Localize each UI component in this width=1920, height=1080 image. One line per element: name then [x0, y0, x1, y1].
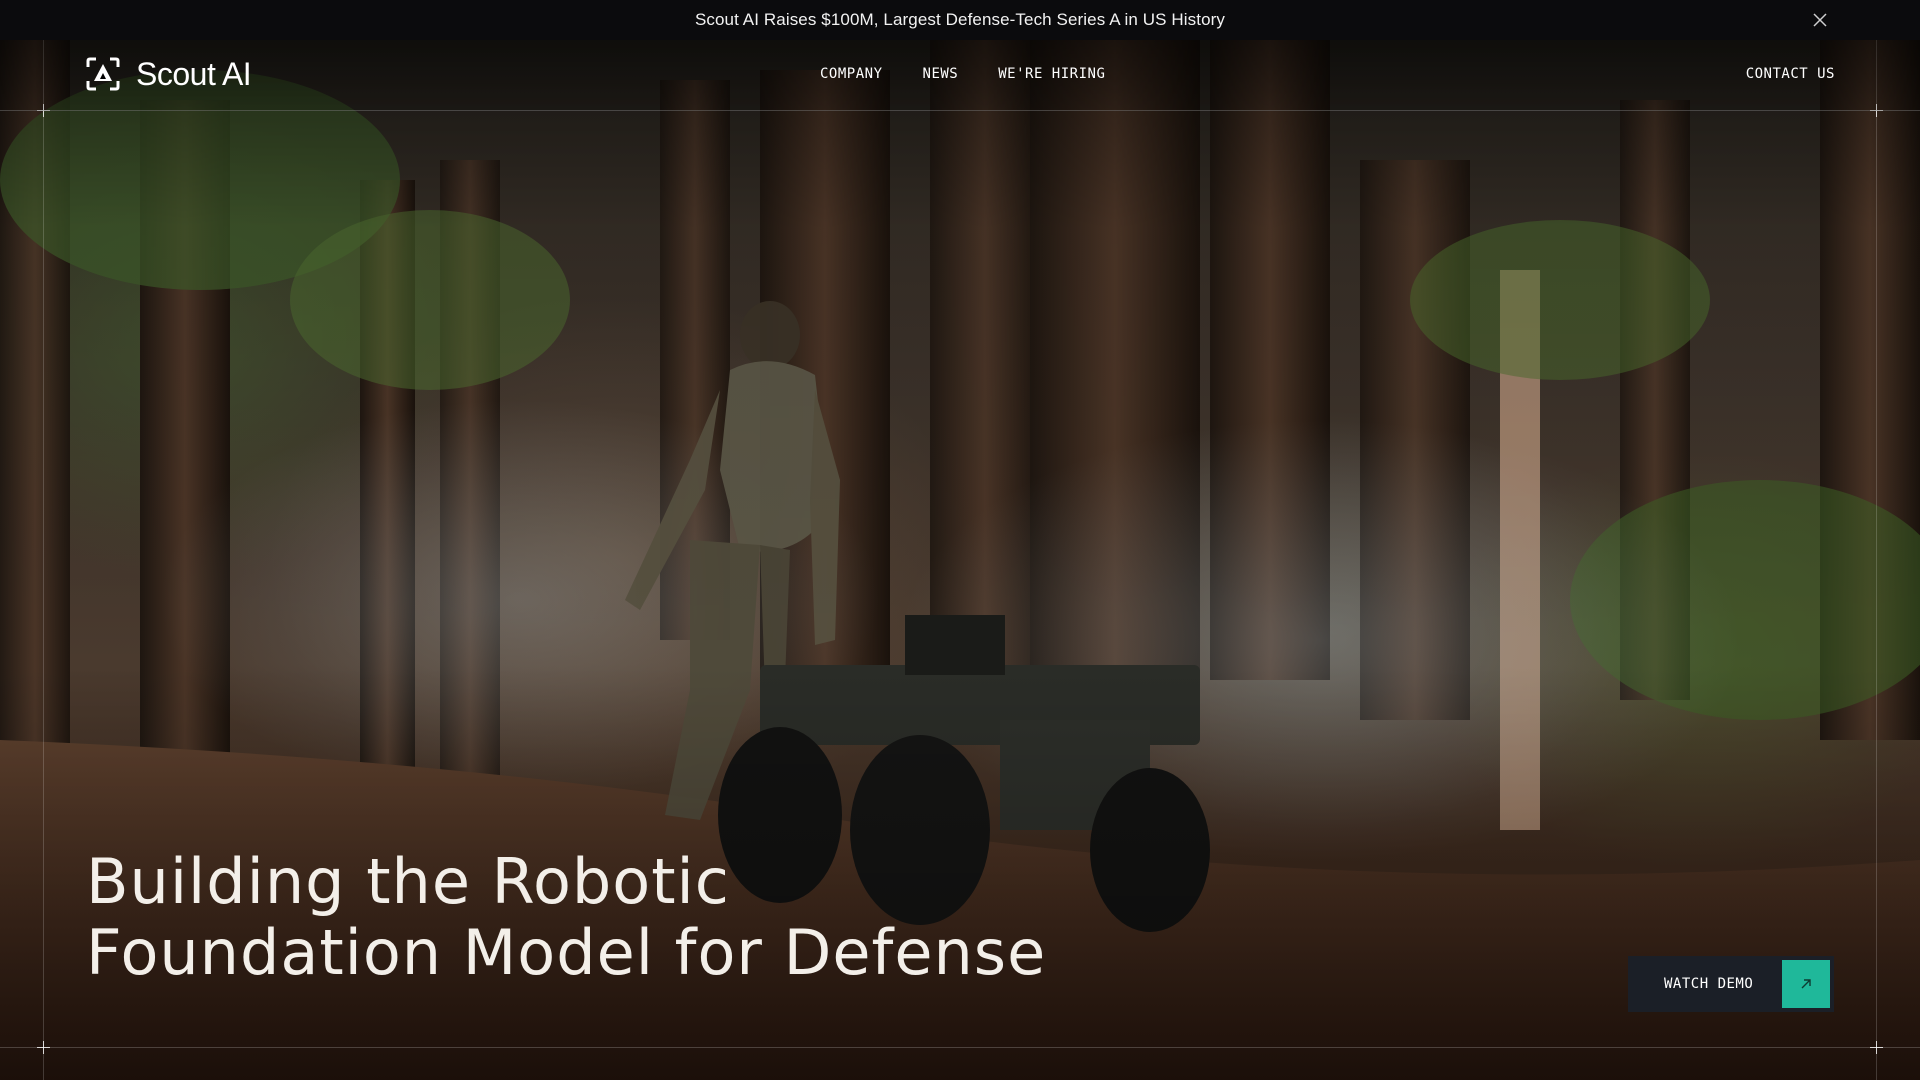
contact-us-link[interactable]: CONTACT US [1746, 66, 1835, 82]
watch-demo-label: WATCH DEMO [1664, 976, 1754, 992]
crosshair-icon [1870, 1041, 1883, 1054]
watch-demo-button[interactable]: WATCH DEMO [1628, 956, 1834, 1012]
nav-news[interactable]: NEWS [923, 66, 959, 82]
hero-headline: Building the Robotic Foundation Model fo… [86, 846, 1046, 988]
logo-text: Scout AI [136, 55, 252, 92]
frame-line-left [43, 40, 44, 1080]
frame-line-right [1876, 40, 1877, 1080]
nav-hiring[interactable]: WE'RE HIRING [998, 66, 1105, 82]
main-nav: COMPANY NEWS WE'RE HIRING [820, 66, 1105, 82]
logo-link[interactable]: Scout AI [84, 55, 252, 93]
headline-line-2: Foundation Model for Defense [86, 916, 1047, 989]
frame-line-bottom [0, 1047, 1920, 1048]
scout-logo-icon [84, 55, 122, 93]
close-icon[interactable] [1810, 10, 1830, 30]
site-header: Scout AI COMPANY NEWS WE'RE HIRING CONTA… [0, 40, 1920, 111]
headline-line-1: Building the Robotic [86, 845, 730, 918]
arrow-up-right-icon [1782, 960, 1830, 1008]
announcement-bar: Scout AI Raises $100M, Largest Defense-T… [0, 0, 1920, 40]
nav-company[interactable]: COMPANY [820, 66, 883, 82]
crosshair-icon [37, 1041, 50, 1054]
announcement-text[interactable]: Scout AI Raises $100M, Largest Defense-T… [695, 10, 1225, 30]
